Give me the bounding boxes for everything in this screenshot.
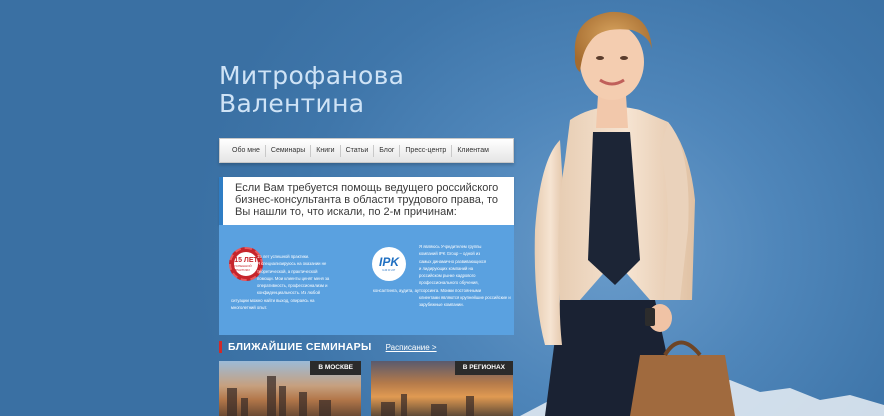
building-shape xyxy=(279,386,286,416)
reason-2-line: самых динамично развивающихся xyxy=(419,258,487,264)
seminar-card-moscow[interactable]: В МОСКВЕ xyxy=(219,361,361,416)
reason-2-line: зарубежные компании. xyxy=(419,302,464,308)
seminar-card-regions[interactable]: В РЕГИОНАХ xyxy=(371,361,513,416)
intro-line-3: Вы нашли то, что искали, по 2-м причинам… xyxy=(235,206,457,218)
reason-1-line: помощи. Мои клиенты ценят меня за xyxy=(257,275,330,281)
reason-2-line: российском рынке кадрового xyxy=(419,273,476,279)
reason-2-line: компаний IPK Group – одной из xyxy=(419,251,481,257)
building-shape xyxy=(241,398,248,416)
reason-1-line: 15 лет успешной практики. xyxy=(257,254,310,259)
schedule-link[interactable]: Расписание > xyxy=(386,343,437,352)
main-nav: Обо мне Семинары Книги Статьи Блог Пресс… xyxy=(219,138,514,163)
reason-1-line: оперативность, профессионализм и xyxy=(257,283,328,289)
nav-item-seminars[interactable]: Семинары xyxy=(266,145,310,157)
building-shape xyxy=(227,388,237,416)
reasons-panel: 15 ЛЕТ УСПЕШНОЙ ПРАКТИКИ 15 лет успешной… xyxy=(219,225,514,335)
reason-1-line: Я специализируюсь на оказании не xyxy=(257,261,327,267)
nav-item-articles[interactable]: Статьи xyxy=(341,145,374,157)
nav-item-blog[interactable]: Блог xyxy=(374,145,399,157)
section-marker xyxy=(219,341,222,353)
reason-1-text: 15 лет успешной практики. Я специализиру… xyxy=(231,253,329,311)
reason-2-line: консалтинга, аудита, аутсорсинга. Моими … xyxy=(373,287,482,293)
reason-2-text: Я являюсь Учредителем группы компаний IP… xyxy=(371,243,511,309)
building-shape xyxy=(381,402,395,416)
building-shape xyxy=(299,392,307,416)
page-title: Митрофанова Валентина xyxy=(219,62,404,118)
building-shape xyxy=(319,400,331,416)
intro-box: Если Вам требуется помощь ведущего росси… xyxy=(219,177,514,225)
reason-1-line: ситуации можно найти выход, опираясь на xyxy=(231,297,315,303)
reason-2-line: профессионального обучения, xyxy=(419,280,479,286)
reason-2-line: и лидирующих компаний на xyxy=(419,265,474,271)
building-shape xyxy=(466,396,474,416)
reason-2-line: Я являюсь Учредителем группы xyxy=(419,244,482,249)
building-shape xyxy=(267,376,276,416)
card-label: В МОСКВЕ xyxy=(310,361,361,375)
building-shape xyxy=(401,394,407,416)
reason-1-line: конфиденциальность. Из любой xyxy=(257,290,320,296)
intro-line-2: бизнес-консультанта в области трудового … xyxy=(235,194,498,206)
nav-item-press[interactable]: Пресс-центр xyxy=(400,145,451,157)
seminars-header: БЛИЖАЙШИЕ СЕМИНАРЫ Расписание > xyxy=(219,340,437,354)
intro-line-1: Если Вам требуется помощь ведущего росси… xyxy=(235,182,499,194)
reason-1-line: многолетний опыт. xyxy=(231,305,268,311)
reason-2-line: клиентами являются крупнейшие российские… xyxy=(419,295,511,301)
nav-item-clients[interactable]: Клиентам xyxy=(452,145,494,157)
nav-item-books[interactable]: Книги xyxy=(311,145,339,157)
card-label: В РЕГИОНАХ xyxy=(454,361,513,375)
reason-1-line: теоретической, а практической xyxy=(257,268,318,274)
seminars-title: БЛИЖАЙШИЕ СЕМИНАРЫ xyxy=(228,341,372,353)
building-shape xyxy=(431,404,447,416)
name-line-2: Валентина xyxy=(219,89,365,118)
nav-item-about[interactable]: Обо мне xyxy=(227,145,265,157)
name-line-1: Митрофанова xyxy=(219,61,405,90)
